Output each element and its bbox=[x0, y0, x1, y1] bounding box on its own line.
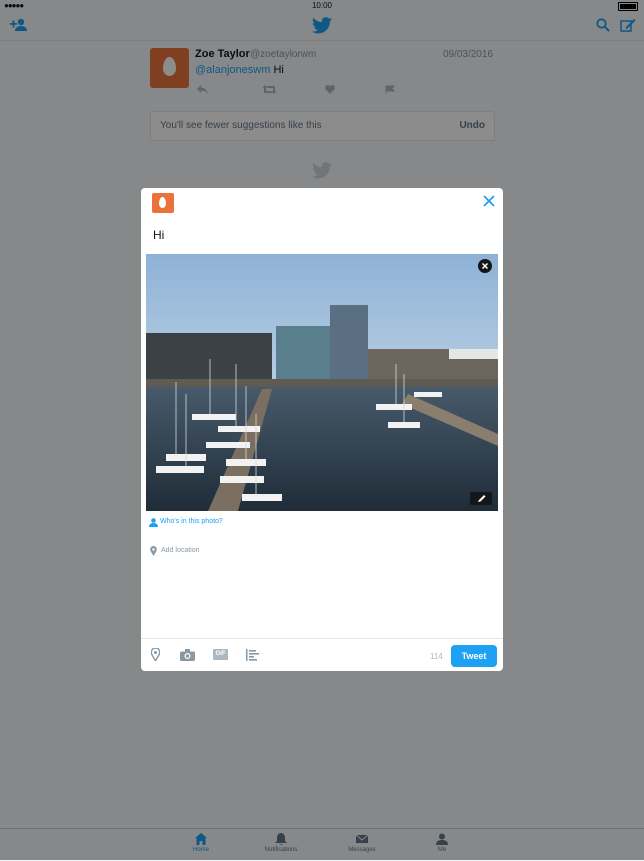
location-pin-icon bbox=[150, 546, 157, 556]
avatar bbox=[152, 193, 174, 213]
tag-people-label: Who's in this photo? bbox=[160, 518, 223, 525]
attached-photo[interactable] bbox=[146, 254, 498, 511]
remove-photo-icon[interactable] bbox=[478, 259, 492, 278]
pencil-icon bbox=[478, 495, 486, 502]
camera-icon[interactable] bbox=[180, 648, 195, 666]
compose-tweet-dialog: Hi Who's in this photo? Add location GIF… bbox=[141, 188, 503, 671]
close-icon[interactable] bbox=[483, 194, 495, 212]
location-pin-icon[interactable] bbox=[150, 647, 161, 666]
compose-toolbar: GIF 114 Tweet bbox=[141, 638, 503, 671]
character-count: 114 bbox=[430, 652, 443, 661]
add-location-link[interactable]: Add location bbox=[150, 546, 200, 558]
edit-photo-button[interactable] bbox=[470, 492, 492, 505]
person-icon bbox=[149, 518, 158, 527]
poll-icon[interactable] bbox=[246, 648, 259, 666]
gif-icon[interactable]: GIF bbox=[213, 649, 228, 660]
tweet-button[interactable]: Tweet bbox=[451, 645, 497, 667]
tag-people-link[interactable]: Who's in this photo? bbox=[149, 518, 223, 529]
compose-text-area[interactable]: Hi bbox=[153, 228, 164, 242]
add-location-label: Add location bbox=[161, 547, 200, 554]
harbour-photo bbox=[146, 254, 498, 511]
egg-icon bbox=[159, 197, 166, 208]
